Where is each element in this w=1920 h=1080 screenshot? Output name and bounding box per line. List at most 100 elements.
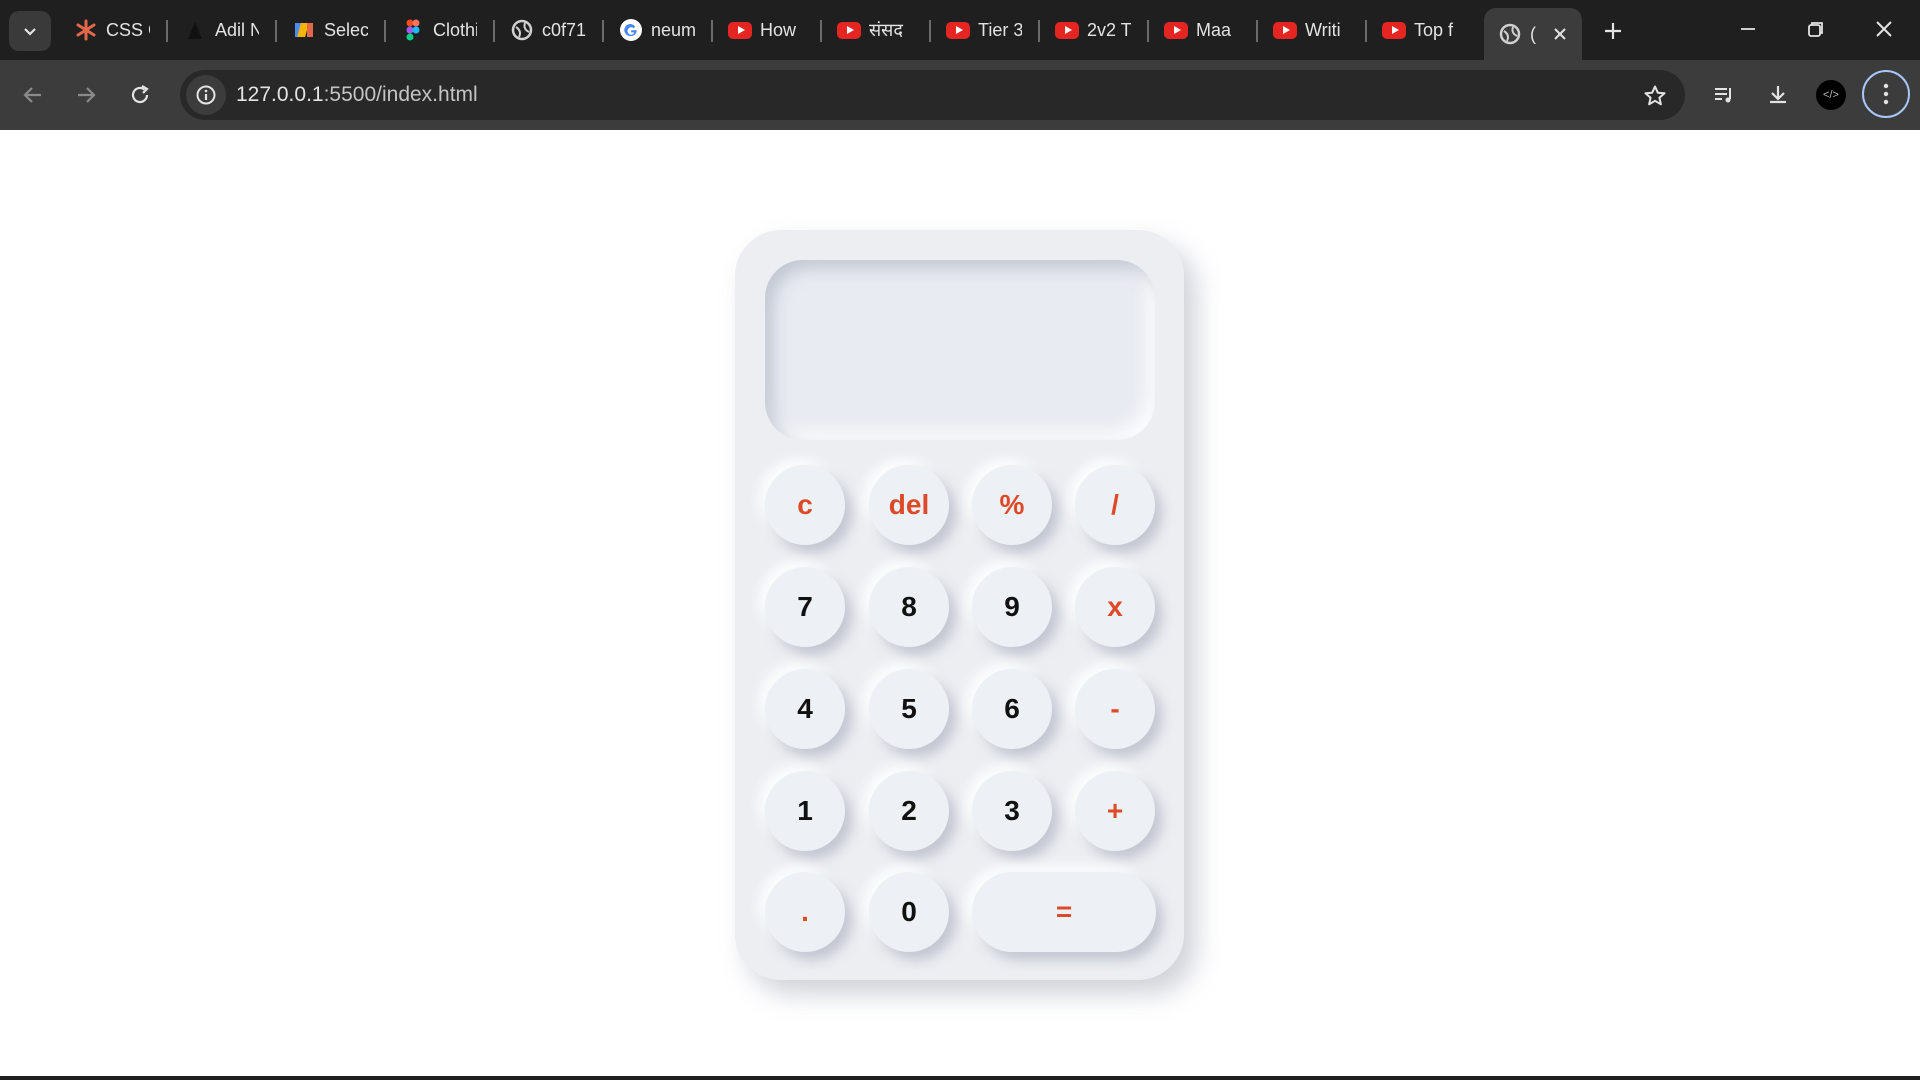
tab-close-icon[interactable] [1552,26,1568,42]
browser-tab[interactable]: c0f71 [496,8,604,52]
digit-6-button[interactable]: 6 [972,669,1052,749]
restore-icon [1808,22,1823,37]
browser-tab[interactable]: Clothi [387,8,495,52]
globe-icon [1496,23,1524,45]
info-icon [196,85,216,105]
tab-separator [384,20,386,42]
close-icon [1876,21,1892,37]
tab-separator [602,20,604,42]
tab-separator [493,20,495,42]
chevron-down-icon [24,28,36,36]
tab-separator [1256,20,1258,42]
digit-8-button[interactable]: 8 [869,567,949,647]
browser-tab[interactable]: Select [278,8,386,52]
minimize-button[interactable] [1718,6,1778,52]
close-window-button[interactable] [1854,6,1914,52]
reload-icon [131,85,149,104]
app-icon [290,19,318,41]
tab-title: ( [1530,23,1536,44]
plus-icon [1605,23,1621,39]
window-bottom-border [0,1076,1920,1080]
browser-tab[interactable]: Tier 3 [932,8,1040,52]
digit-7-button[interactable]: 7 [765,567,845,647]
bookmark-button[interactable] [1641,82,1669,110]
browser-tab[interactable]: Top f [1368,8,1476,52]
new-tab-button[interactable] [1596,14,1630,48]
multiply-button[interactable]: x [1075,567,1155,647]
browser-tab-active[interactable]: ( [1484,8,1582,60]
browser-tab[interactable]: 2v2 T [1041,8,1149,52]
tab-search-button[interactable] [9,11,51,51]
url-text[interactable]: 127.0.0.1:5500/index.html [236,83,478,107]
arrow-right-icon [78,87,96,103]
url-host: 127.0.0.1 [236,83,324,106]
digit-2-button[interactable]: 2 [869,771,949,851]
browser-tab[interactable]: Adil N [169,8,277,52]
minimize-icon [1741,28,1755,30]
address-bar[interactable]: 127.0.0.1:5500/index.html [180,70,1685,120]
site-info-button[interactable] [186,75,226,115]
downloads-button[interactable] [1760,77,1796,113]
extension-icon[interactable]: </> [1816,80,1846,110]
youtube-icon [1271,21,1299,39]
tab-separator [1365,20,1367,42]
browser-tab[interactable]: neum [605,8,713,52]
tab-title: Clothi [433,19,477,40]
digit-3-button[interactable]: 3 [972,771,1052,851]
browser-tab[interactable]: CSS Gr [60,8,168,52]
decimal-button[interactable]: . [765,872,845,952]
delete-button[interactable]: del [869,465,949,545]
google-icon [617,18,645,42]
arrow-left-icon [23,87,41,103]
forward-button[interactable] [68,77,104,113]
youtube-icon [726,21,754,39]
youtube-icon [1053,21,1081,39]
tab-separator [275,20,277,42]
youtube-icon [1162,21,1190,39]
tab-title: neum [651,19,695,40]
equals-button[interactable]: = [972,872,1156,952]
divide-button[interactable]: / [1075,465,1155,545]
reading-list-button[interactable] [1706,77,1742,113]
tab-separator [820,20,822,42]
browser-menu-button[interactable] [1862,70,1910,118]
digit-0-button[interactable]: 0 [869,872,949,952]
download-icon [1770,86,1786,104]
tab-title: How [760,19,797,40]
tab-separator [1147,20,1149,42]
browser-toolbar: 127.0.0.1:5500/index.html </> [0,60,1920,130]
browser-tab[interactable]: संसद [823,8,931,52]
dark-app-icon [181,19,209,41]
tab-title: Writi [1305,19,1341,40]
add-button[interactable]: + [1075,771,1155,851]
youtube-icon [944,21,972,39]
tab-title: Maa [1196,19,1232,40]
restore-button[interactable] [1786,6,1846,52]
tab-title: CSS Gr [106,19,150,40]
browser-tab[interactable]: Writi [1259,8,1367,52]
browser-tab[interactable]: Maa [1150,8,1258,52]
tab-title: 2v2 T [1087,19,1131,40]
browser-tab[interactable]: How [714,8,822,52]
calculator: c del % / 7 8 9 x 4 5 6 - 1 2 3 + . 0 = [735,230,1184,980]
digit-1-button[interactable]: 1 [765,771,845,851]
tab-title: Select [324,19,368,40]
figma-icon [399,19,427,41]
calculator-display [765,260,1155,440]
digit-9-button[interactable]: 9 [972,567,1052,647]
clear-button[interactable]: c [765,465,845,545]
percent-button[interactable]: % [972,465,1052,545]
tab-title: Top f [1414,19,1454,40]
subtract-button[interactable]: - [1075,669,1155,749]
globe-icon [508,19,536,41]
digit-4-button[interactable]: 4 [765,669,845,749]
asterisk-icon [72,19,100,41]
tab-title: Tier 3 [978,19,1022,40]
tab-title: Adil N [215,19,259,40]
back-button[interactable] [15,77,51,113]
youtube-icon [835,21,863,39]
digit-5-button[interactable]: 5 [869,669,949,749]
url-path: :5500/index.html [323,83,478,106]
kebab-menu-icon [1883,83,1889,105]
reload-button[interactable] [122,77,158,113]
